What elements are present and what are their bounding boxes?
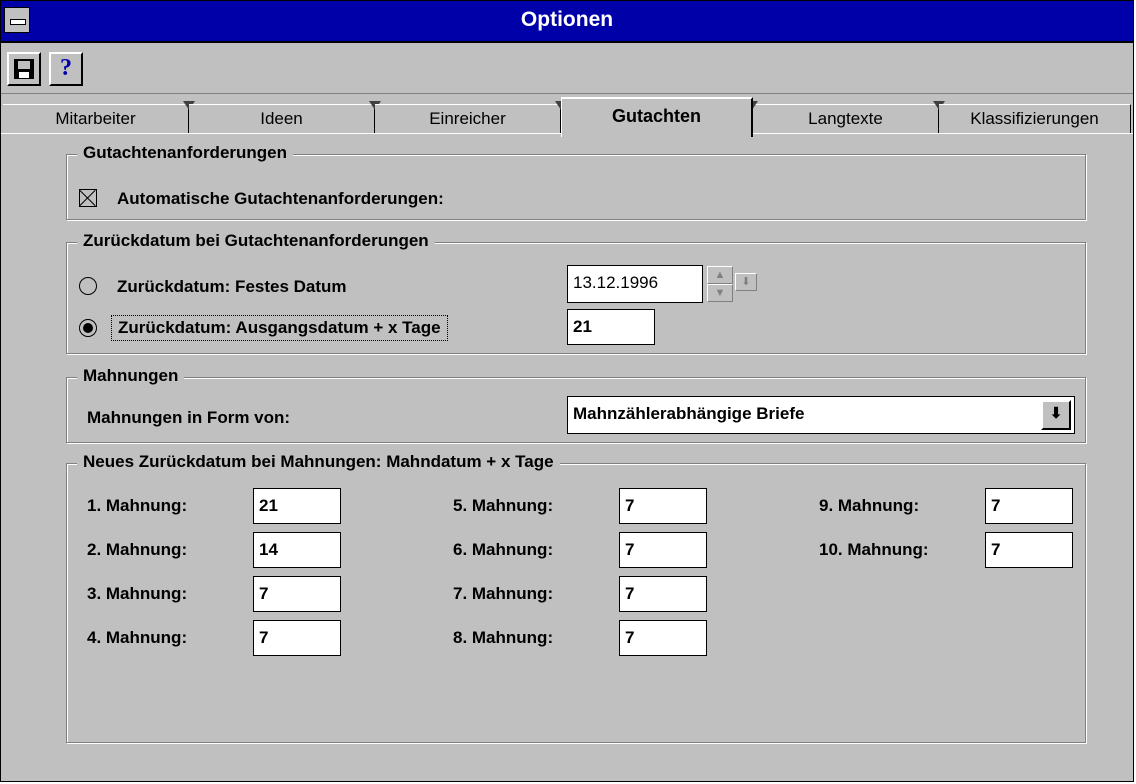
reminder-days-field[interactable]: 21 [253, 488, 341, 524]
fixed-date-radio[interactable] [79, 277, 97, 295]
auto-request-label: Automatische Gutachtenanforderungen: [117, 189, 444, 208]
reminder-days-field[interactable]: 7 [619, 576, 707, 612]
tab-gutachten[interactable]: Gutachten [561, 97, 753, 137]
tab-ideen[interactable]: Ideen [189, 101, 381, 134]
toolbar: ? [1, 43, 1133, 94]
reminder-form-select[interactable]: Mahnzählerabhängige Briefe [567, 396, 1075, 434]
group-neues-zurueckdatum: Neues Zurückdatum bei Mahnungen: Mahndat… [66, 452, 1086, 743]
reminder-label: 8. Mahnung: [453, 628, 554, 647]
fixed-date-label: Zurückdatum: Festes Datum [117, 277, 347, 296]
save-button[interactable] [7, 52, 41, 86]
fixed-date-field[interactable]: 13.12.1996 [567, 265, 703, 303]
reminder-label: 4. Mahnung: [87, 628, 188, 647]
floppy-disk-icon [14, 59, 34, 79]
reminder-label: 7. Mahnung: [453, 584, 554, 603]
group-zurueckdatum: Zurückdatum bei Gutachtenanforderungen Z… [66, 231, 1086, 354]
reminder-days-field[interactable]: 14 [253, 532, 341, 568]
help-button[interactable]: ? [49, 52, 83, 86]
tab-bar: Mitarbeiter Ideen Einreicher Gutachten L… [1, 97, 1133, 137]
group-title: Mahnungen [77, 366, 185, 386]
options-window: Optionen ? Mitarbeiter Ideen Einreicher … [0, 0, 1134, 782]
reminder-form-value: Mahnzählerabhängige Briefe [573, 404, 805, 423]
reminder-days-field[interactable]: 7 [253, 576, 341, 612]
fixed-date-value: 13.12.1996 [573, 273, 659, 292]
chevron-down-icon[interactable]: ⬇ [1041, 400, 1071, 430]
title-bar: Optionen [1, 1, 1133, 43]
auto-request-checkbox[interactable] [79, 189, 97, 207]
reminder-days-field[interactable]: 7 [619, 488, 707, 524]
date-up-icon[interactable]: ▲ [707, 266, 733, 284]
reminder-label: 1. Mahnung: [87, 496, 188, 515]
reminder-label: 9. Mahnung: [819, 496, 920, 515]
date-down-icon[interactable]: ▼ [707, 284, 733, 302]
reminder-days-field[interactable]: 7 [619, 620, 707, 656]
tab-klassifizierungen[interactable]: Klassifizierungen [939, 104, 1131, 134]
relative-date-label: Zurückdatum: Ausgangsdatum + x Tage [111, 315, 448, 341]
tab-langtexte[interactable]: Langtexte [746, 101, 945, 134]
group-mahnungen: Mahnungen Mahnungen in Form von: Mahnzäh… [66, 366, 1086, 443]
group-title: Zurückdatum bei Gutachtenanforderungen [77, 231, 435, 251]
reminder-days-field[interactable]: 7 [985, 532, 1073, 568]
reminder-days-field[interactable]: 7 [985, 488, 1073, 524]
relative-date-radio[interactable] [79, 319, 97, 337]
group-title: Gutachtenanforderungen [77, 143, 294, 163]
reminder-form-label: Mahnungen in Form von: [87, 408, 291, 427]
group-title: Neues Zurückdatum bei Mahnungen: Mahndat… [77, 452, 560, 472]
reminder-days-field[interactable]: 7 [619, 532, 707, 568]
tab-mitarbeiter[interactable]: Mitarbeiter [3, 101, 195, 134]
reminder-label: 10. Mahnung: [819, 540, 929, 559]
help-icon: ? [60, 55, 72, 81]
group-gutachtenanforderungen: Gutachtenanforderungen Automatische Guta… [66, 143, 1086, 220]
reminder-label: 5. Mahnung: [453, 496, 554, 515]
window-title: Optionen [520, 8, 614, 31]
reminder-days-field[interactable]: 7 [253, 620, 341, 656]
reminder-label: 2. Mahnung: [87, 540, 188, 559]
tab-einreicher[interactable]: Einreicher [375, 101, 567, 134]
relative-days-field[interactable]: 21 [567, 309, 655, 345]
reminder-label: 6. Mahnung: [453, 540, 554, 559]
reminder-label: 3. Mahnung: [87, 584, 188, 603]
date-dropdown-icon[interactable]: ⬇ [735, 273, 757, 291]
